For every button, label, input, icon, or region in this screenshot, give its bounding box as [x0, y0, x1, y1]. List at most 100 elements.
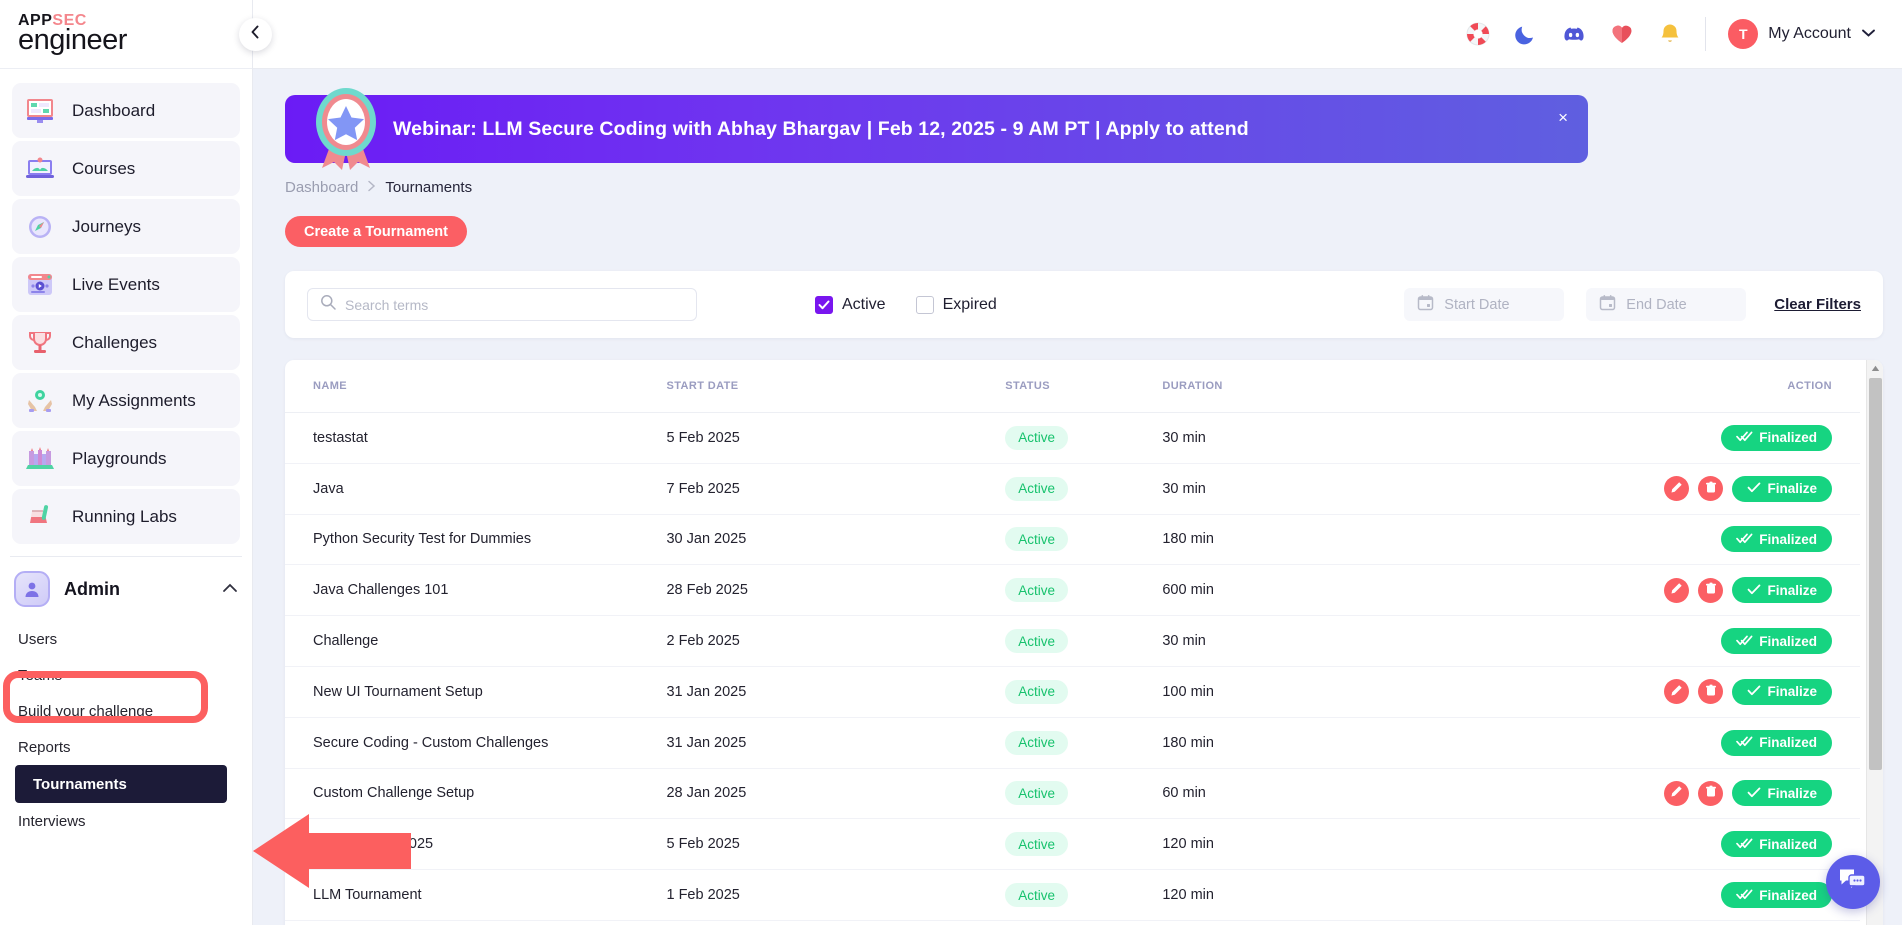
table-row[interactable]: LLM Tournament1 Feb 2025Active120 minFin… [285, 870, 1860, 921]
checkbox-expired-box[interactable] [916, 296, 934, 314]
edit-row-button[interactable] [1664, 476, 1689, 501]
finalized-badge-button[interactable]: Finalized [1721, 882, 1832, 908]
action-label: Finalized [1759, 430, 1817, 445]
sidebar-item-tournaments[interactable]: Tournaments [15, 765, 227, 803]
sidebar-item-teams[interactable]: Teams [0, 657, 252, 693]
delete-row-button[interactable] [1698, 476, 1723, 501]
action-label: Finalized [1759, 837, 1817, 852]
delete-row-button[interactable] [1698, 578, 1723, 603]
table-row[interactable]: Challenge2 Feb 2025Active30 minFinalized [285, 616, 1860, 667]
table-row[interactable]: Java Challenges 10128 Feb 2025Active600 … [285, 565, 1860, 616]
start-date-input[interactable]: Start Date [1404, 288, 1564, 321]
scroll-up-arrow-icon[interactable] [1867, 360, 1883, 377]
double-check-icon [1736, 532, 1753, 547]
sidebar-item-dashboard[interactable]: Dashboard [12, 83, 240, 138]
sidebar-item-playgrounds[interactable]: Playgrounds [12, 431, 240, 486]
finalized-badge-button[interactable]: Finalized [1721, 831, 1832, 857]
action-label: Finalized [1759, 634, 1817, 649]
table-row[interactable]: testastat5 Feb 2025Active30 minFinalized [285, 413, 1860, 464]
end-date-input[interactable]: End Date [1586, 288, 1746, 321]
sidebar-subitem-label: Build your challenge [18, 703, 153, 720]
account-menu[interactable]: T My Account [1728, 19, 1876, 49]
cell-start-date: 31 Jan 2025 [666, 684, 1005, 700]
check-icon [1747, 786, 1761, 801]
chevron-down-icon[interactable] [1861, 25, 1876, 43]
sidebar-item-courses[interactable]: Courses [12, 141, 240, 196]
sidebar-item-challenges[interactable]: Challenges [12, 315, 240, 370]
sidebar-item-live-events[interactable]: Live Events [12, 257, 240, 312]
status-badge: Active [1005, 477, 1068, 501]
discord-icon[interactable] [1561, 21, 1587, 47]
table-row[interactable]: New UI Tournament Setup31 Jan 2025Active… [285, 667, 1860, 718]
moon-darkmode-icon[interactable] [1513, 21, 1539, 47]
status-badge: Active [1005, 527, 1068, 551]
cell-action: Finalize [1575, 679, 1832, 705]
delete-trash-icon [1705, 785, 1717, 801]
close-icon[interactable]: × [1558, 109, 1568, 126]
sidebar-subitem-label: Tournaments [33, 776, 127, 793]
sidebar-item-interviews[interactable]: Interviews [0, 803, 252, 839]
sidebar-item-journeys[interactable]: Journeys [12, 199, 240, 254]
edit-row-button[interactable] [1664, 781, 1689, 806]
cell-start-date: 28 Feb 2025 [666, 582, 1005, 598]
cell-name: New UI Tournament Setup [313, 684, 666, 700]
clear-filters-link[interactable]: Clear Filters [1774, 296, 1861, 313]
finalize-button[interactable]: Finalize [1732, 780, 1832, 806]
avatar: T [1728, 19, 1758, 49]
lifebuoy-help-icon[interactable] [1465, 21, 1491, 47]
finalize-button[interactable]: Finalize [1732, 577, 1832, 603]
sidebar-subitem-label: Teams [18, 667, 62, 684]
check-icon [1747, 583, 1761, 598]
cell-name: llenges - Feb 2025 [313, 836, 666, 852]
table-scrollbar[interactable] [1866, 360, 1883, 925]
finalize-button[interactable]: Finalize [1732, 476, 1832, 502]
heart-icon[interactable] [1609, 21, 1635, 47]
sidebar-item-admin[interactable]: Admin [0, 557, 252, 621]
table-row[interactable]: Java7 Feb 2025Active30 minFinalize [285, 464, 1860, 515]
edit-row-button[interactable] [1664, 578, 1689, 603]
table-row[interactable]: Secure Coding - Custom Challenges31 Jan … [285, 718, 1860, 769]
breadcrumb-dashboard[interactable]: Dashboard [285, 179, 358, 196]
promo-banner[interactable]: Webinar: LLM Secure Coding with Abhay Bh… [285, 95, 1588, 163]
sidebar-item-my-assignments[interactable]: My Assignments [12, 373, 240, 428]
tournaments-table-card: NAME START DATE STATUS DURATION ACTION t… [285, 360, 1883, 925]
cell-status: Active [1005, 680, 1162, 704]
checkbox-active[interactable]: Active [815, 296, 886, 314]
finalized-badge-button[interactable]: Finalized [1721, 628, 1832, 654]
delete-row-button[interactable] [1698, 781, 1723, 806]
finalized-badge-button[interactable]: Finalized [1721, 425, 1832, 451]
scrollbar-thumb[interactable] [1869, 378, 1882, 770]
sidebar-item-users[interactable]: Users [0, 621, 252, 657]
checkbox-expired-label: Expired [943, 296, 997, 314]
chevron-up-icon[interactable] [222, 580, 238, 598]
cell-status: Active [1005, 527, 1162, 551]
chevron-right-icon [367, 180, 376, 195]
sidebar-collapse-button[interactable] [239, 18, 272, 51]
cell-duration: 120 min [1162, 887, 1574, 903]
checkbox-expired[interactable]: Expired [916, 296, 997, 314]
cell-name: Python Security Test for Dummies [313, 531, 666, 547]
search-box[interactable] [307, 288, 697, 321]
topbar-divider [1705, 17, 1706, 51]
finalize-button[interactable]: Finalize [1732, 679, 1832, 705]
status-badge: Active [1005, 578, 1068, 602]
edit-row-button[interactable] [1664, 679, 1689, 704]
finalized-badge-button[interactable]: Finalized [1721, 526, 1832, 552]
sidebar-item-reports[interactable]: Reports [0, 729, 252, 765]
chat-support-button[interactable] [1826, 855, 1880, 909]
finalized-badge-button[interactable]: Finalized [1721, 730, 1832, 756]
cell-action: Finalize [1575, 780, 1832, 806]
action-label: Finalize [1767, 583, 1817, 598]
sidebar-item-build-your-challenge[interactable]: Build your challenge [0, 693, 252, 729]
bell-notification-icon[interactable] [1657, 21, 1683, 47]
checkbox-active-box[interactable] [815, 296, 833, 314]
sidebar-item-running-labs[interactable]: Running Labs [12, 489, 240, 544]
table-row[interactable]: llenges - Feb 20255 Feb 2025Active120 mi… [285, 819, 1860, 870]
search-input[interactable] [345, 297, 684, 313]
brand-logo[interactable]: APPSEC engineer [0, 0, 252, 69]
delete-row-button[interactable] [1698, 679, 1723, 704]
table-row[interactable]: Custom Challenge Setup28 Jan 2025Active6… [285, 769, 1860, 820]
create-tournament-button[interactable]: Create a Tournament [285, 216, 467, 247]
table-row[interactable]: Python Security Test for Dummies30 Jan 2… [285, 515, 1860, 566]
cell-action: Finalized [1575, 882, 1832, 908]
